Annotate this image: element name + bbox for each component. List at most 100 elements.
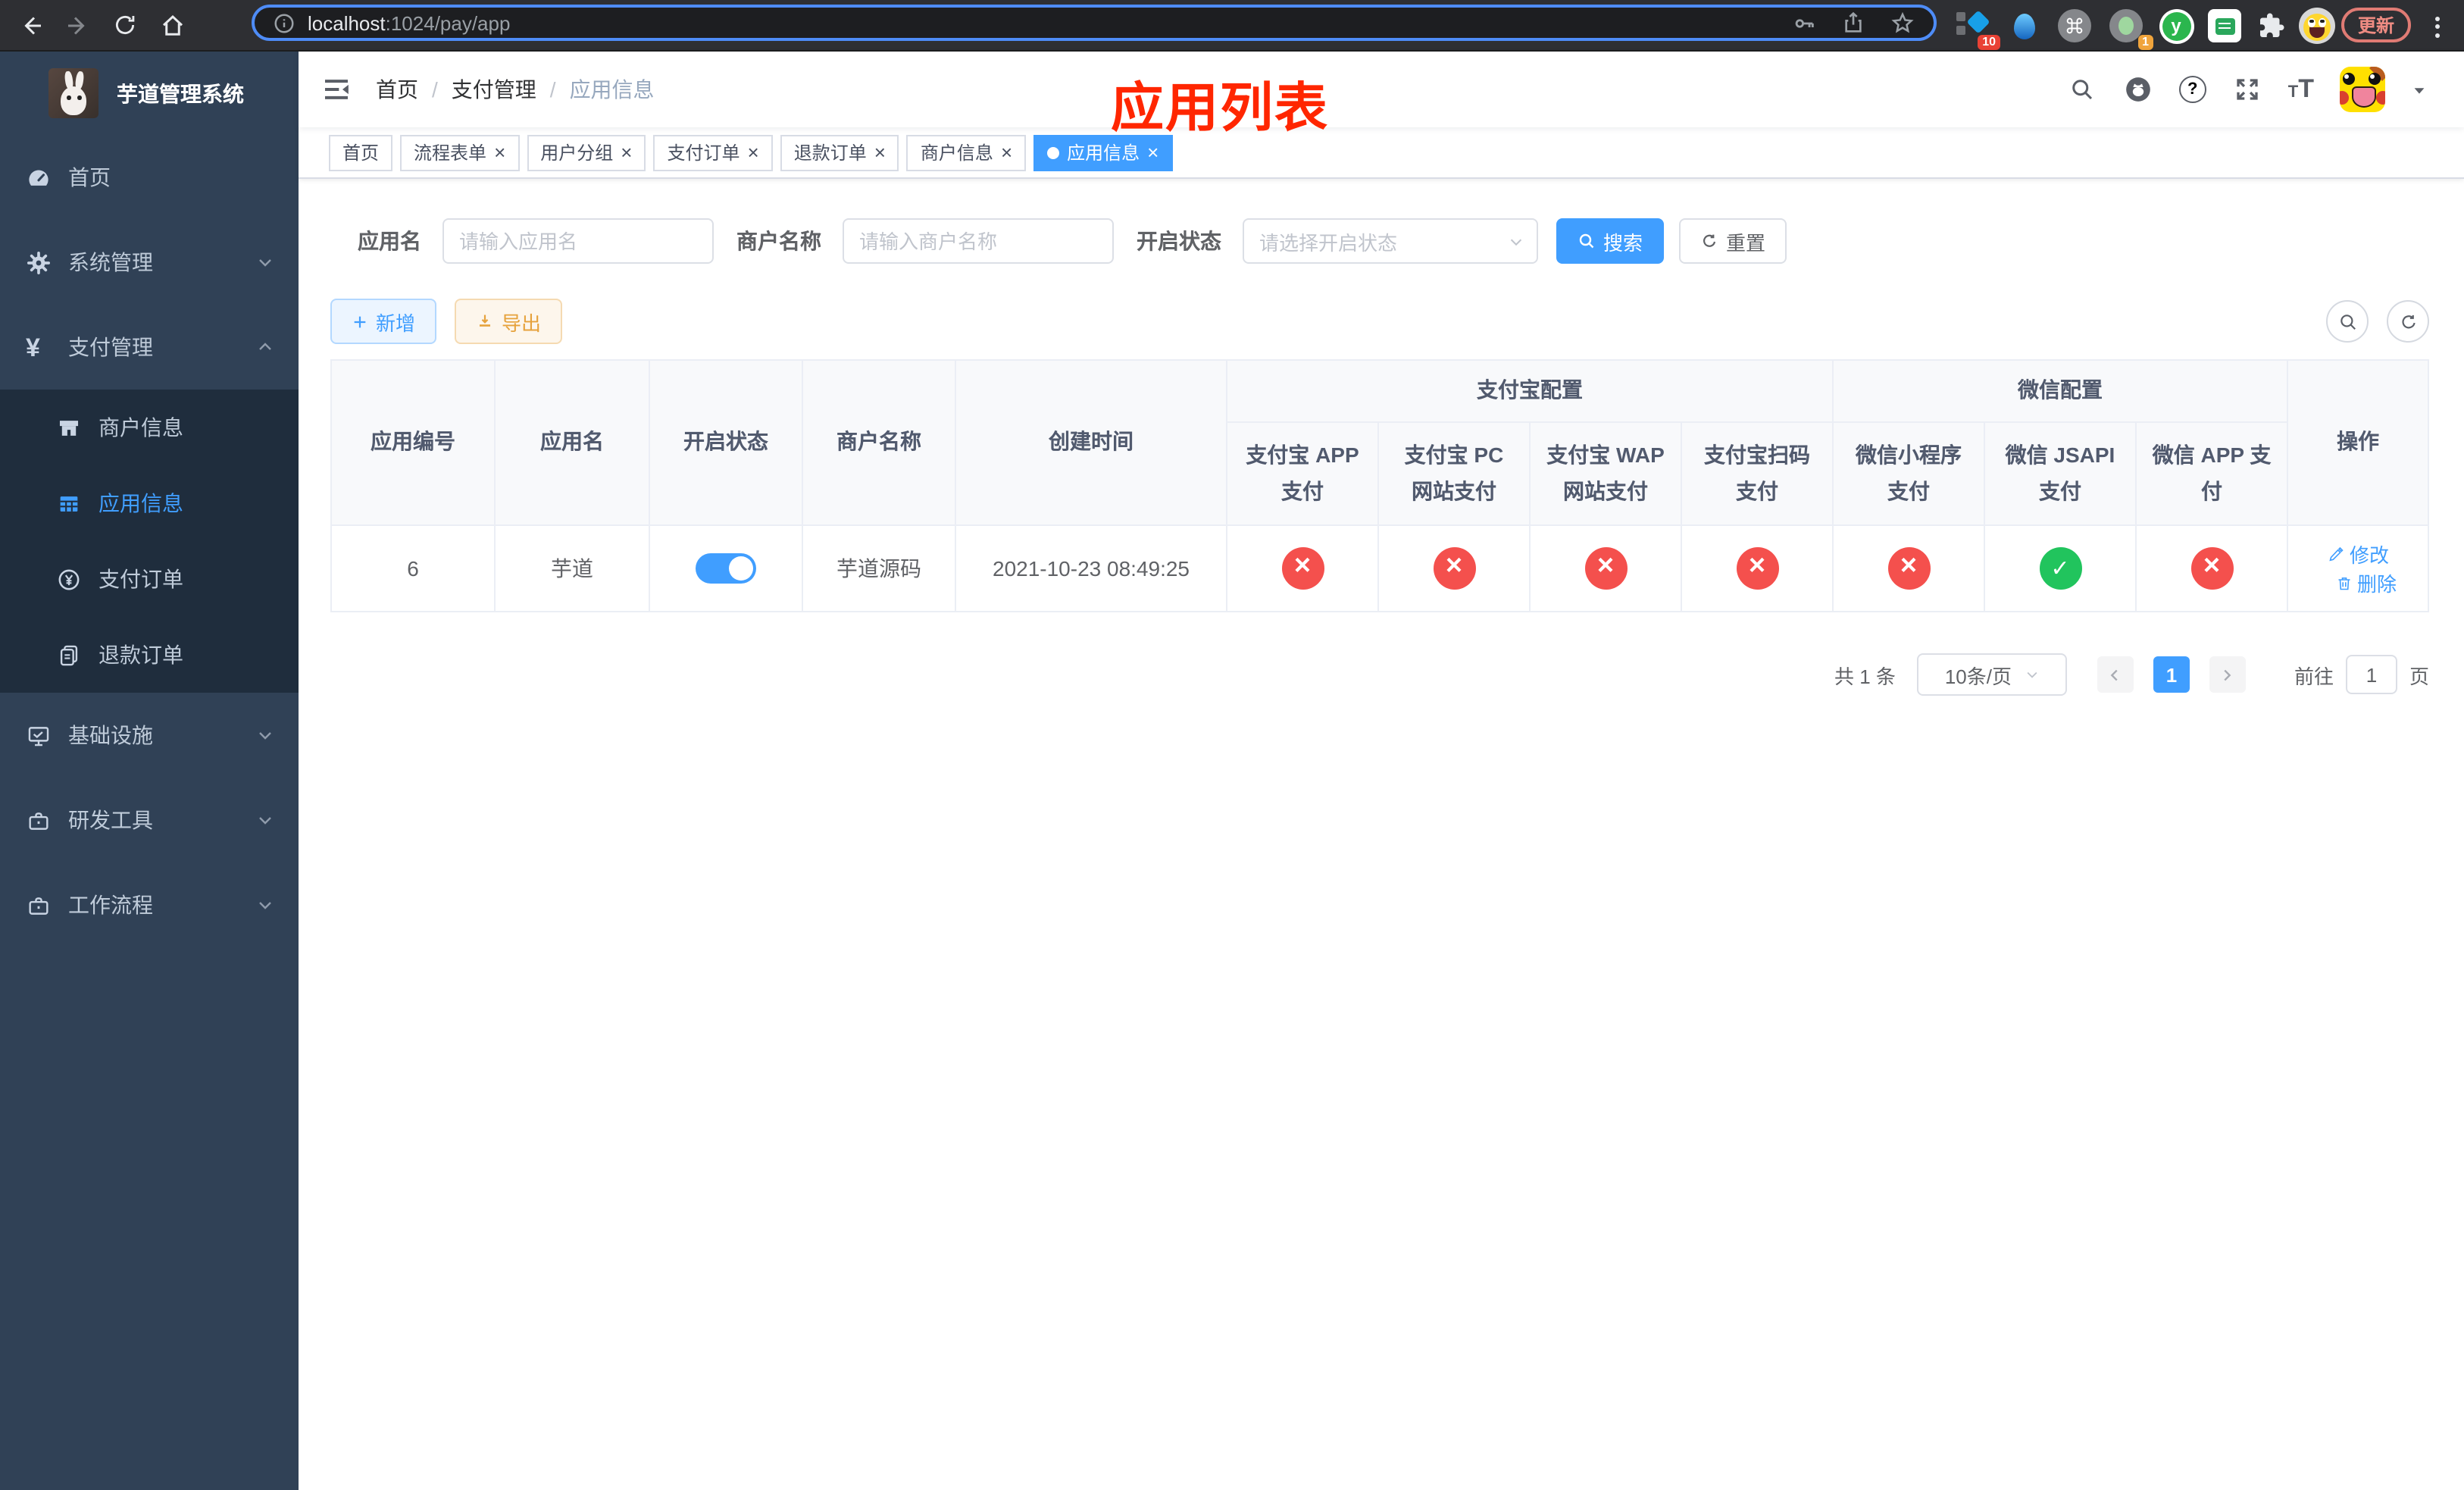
site-info-icon[interactable] xyxy=(273,11,295,34)
edit-link[interactable]: 修改 xyxy=(2327,540,2389,568)
col-status: 开启状态 xyxy=(649,359,803,526)
status-toggle[interactable] xyxy=(696,553,756,584)
export-button[interactable]: 导出 xyxy=(455,299,563,344)
app-title: 芋道管理系统 xyxy=(117,81,244,105)
close-icon[interactable]: × xyxy=(494,142,505,162)
page-number-1[interactable]: 1 xyxy=(2153,656,2190,693)
browser-profile-avatar[interactable] xyxy=(2297,6,2337,45)
breadcrumb-payment[interactable]: 支付管理 xyxy=(452,74,536,105)
sidebar-item-home[interactable]: 首页 xyxy=(0,135,299,220)
bookmark-star-icon[interactable] xyxy=(1890,10,1915,36)
sidebar-item-pay-order[interactable]: 支付订单 xyxy=(0,541,299,617)
shop-icon xyxy=(56,415,82,440)
sidebar-item-label: 支付管理 xyxy=(68,335,153,359)
sidebar-item-infrastructure[interactable]: 基础设施 xyxy=(0,693,299,778)
merchant-name-input[interactable] xyxy=(843,218,1114,264)
close-icon[interactable]: × xyxy=(1001,142,1012,162)
header-search-icon[interactable] xyxy=(2067,74,2097,105)
extension-balloon-icon[interactable] xyxy=(2005,6,2044,45)
tab-refund-order[interactable]: 退款订单 × xyxy=(780,134,899,171)
sidebar-item-dev-tools[interactable]: 研发工具 xyxy=(0,778,299,862)
close-icon[interactable]: × xyxy=(874,142,886,162)
user-avatar[interactable] xyxy=(2340,67,2385,112)
sidebar-item-label: 基础设施 xyxy=(68,723,153,747)
sidebar-item-app-info[interactable]: 应用信息 xyxy=(0,465,299,541)
extension-yuque-icon[interactable]: y xyxy=(2156,6,2196,45)
fullscreen-icon[interactable] xyxy=(2232,74,2262,105)
chevron-down-icon xyxy=(256,811,274,829)
extension-blue-diamond-icon[interactable]: 10 xyxy=(1953,6,2000,50)
extension-chat-icon[interactable] xyxy=(2205,6,2244,45)
tab-pay-order[interactable]: 支付订单 × xyxy=(653,134,773,171)
close-icon[interactable]: × xyxy=(1147,142,1159,162)
browser-home-icon[interactable] xyxy=(153,6,191,44)
document-icon xyxy=(56,642,82,668)
address-bar[interactable]: localhost:1024/pay/app xyxy=(252,5,1937,41)
extension-command-icon[interactable] xyxy=(2055,6,2094,45)
reset-button[interactable]: 重置 xyxy=(1679,218,1787,264)
app-name-input[interactable] xyxy=(442,218,714,264)
merchant-name-label: 商户名称 xyxy=(736,229,821,253)
browser-menu-icon[interactable] xyxy=(2434,12,2440,41)
page-content: 应用名 商户名称 开启状态 请选择开启状态 搜索 xyxy=(299,179,2464,1490)
help-icon[interactable]: ? xyxy=(2178,76,2206,103)
close-icon[interactable]: × xyxy=(621,142,632,162)
page-size-select[interactable]: 10条/页 xyxy=(1916,653,2067,696)
app-name-label: 应用名 xyxy=(358,229,421,253)
chevron-down-icon xyxy=(256,896,274,914)
page-unit-label: 页 xyxy=(2409,665,2429,687)
alipay-app-status-icon xyxy=(1281,547,1324,590)
password-key-icon[interactable] xyxy=(1791,10,1817,36)
browser-forward-icon[interactable] xyxy=(58,6,95,44)
refresh-table-button[interactable] xyxy=(2387,300,2429,343)
trash-icon xyxy=(2334,574,2353,592)
sidebar-item-workflow[interactable]: 工作流程 xyxy=(0,862,299,947)
toggle-search-button[interactable] xyxy=(2326,300,2369,343)
status-select[interactable]: 请选择开启状态 xyxy=(1243,218,1538,264)
sidebar-collapse-icon[interactable] xyxy=(321,74,352,105)
sidebar-item-system[interactable]: 系统管理 xyxy=(0,220,299,305)
close-icon[interactable]: × xyxy=(748,142,759,162)
browser-back-icon[interactable] xyxy=(12,6,50,44)
extensions-puzzle-icon[interactable] xyxy=(2252,6,2291,45)
add-button[interactable]: 新增 xyxy=(330,299,437,344)
sidebar-item-refund-order[interactable]: 退款订单 xyxy=(0,617,299,693)
tab-process-form[interactable]: 流程表单 × xyxy=(400,134,520,171)
sidebar-item-merchant-info[interactable]: 商户信息 xyxy=(0,390,299,465)
sidebar-item-label: 商户信息 xyxy=(98,415,183,440)
font-size-icon[interactable]: TT xyxy=(2288,74,2314,105)
avatar-caret-icon[interactable] xyxy=(2411,81,2428,98)
browser-reload-icon[interactable] xyxy=(106,6,144,44)
tab-home[interactable]: 首页 xyxy=(329,134,393,171)
alipay-wap-status-icon xyxy=(1584,547,1627,590)
sidebar-logo[interactable]: 芋道管理系统 xyxy=(0,52,299,135)
sidebar-item-payment[interactable]: ¥ 支付管理 xyxy=(0,305,299,390)
top-navbar: 首页 / 支付管理 / 应用信息 ? TT xyxy=(299,52,2464,127)
share-icon[interactable] xyxy=(1841,11,1865,35)
cell-app-id: 6 xyxy=(330,524,496,612)
chevron-up-icon xyxy=(256,338,274,356)
sidebar-submenu-payment: 商户信息 应用信息 支付订单 退款订单 xyxy=(0,390,299,693)
tab-app-info[interactable]: 应用信息 × xyxy=(1033,134,1173,171)
url-path: :1024/pay/app xyxy=(385,11,511,34)
github-icon[interactable] xyxy=(2123,74,2153,105)
extension-circle-icon[interactable]: 1 xyxy=(2106,6,2153,50)
tab-user-group[interactable]: 用户分组 × xyxy=(527,134,646,171)
delete-link[interactable]: 删除 xyxy=(2334,568,2397,597)
tab-merchant-info[interactable]: 商户信息 × xyxy=(906,134,1027,171)
breadcrumb-home[interactable]: 首页 xyxy=(376,74,418,105)
col-alipay-qr: 支付宝扫码支付 xyxy=(1681,421,1834,526)
sidebar-item-label: 工作流程 xyxy=(68,893,153,917)
next-page-button[interactable] xyxy=(2209,656,2246,693)
sidebar-item-label: 首页 xyxy=(68,165,111,189)
search-button[interactable]: 搜索 xyxy=(1556,218,1665,264)
monitor-icon xyxy=(26,722,52,748)
pagination: 共 1 条 10条/页 1 前往 页 xyxy=(330,653,2429,696)
browser-toolbar: localhost:1024/pay/app 10 1 y 更新 xyxy=(0,0,2464,52)
status-label: 开启状态 xyxy=(1137,229,1221,253)
goto-page-input[interactable] xyxy=(2345,655,2397,694)
prev-page-button[interactable] xyxy=(2097,656,2134,693)
wx-jsapi-status-icon xyxy=(2039,547,2081,590)
browser-update-button[interactable]: 更新 xyxy=(2341,8,2412,42)
breadcrumb-current: 应用信息 xyxy=(569,77,655,102)
